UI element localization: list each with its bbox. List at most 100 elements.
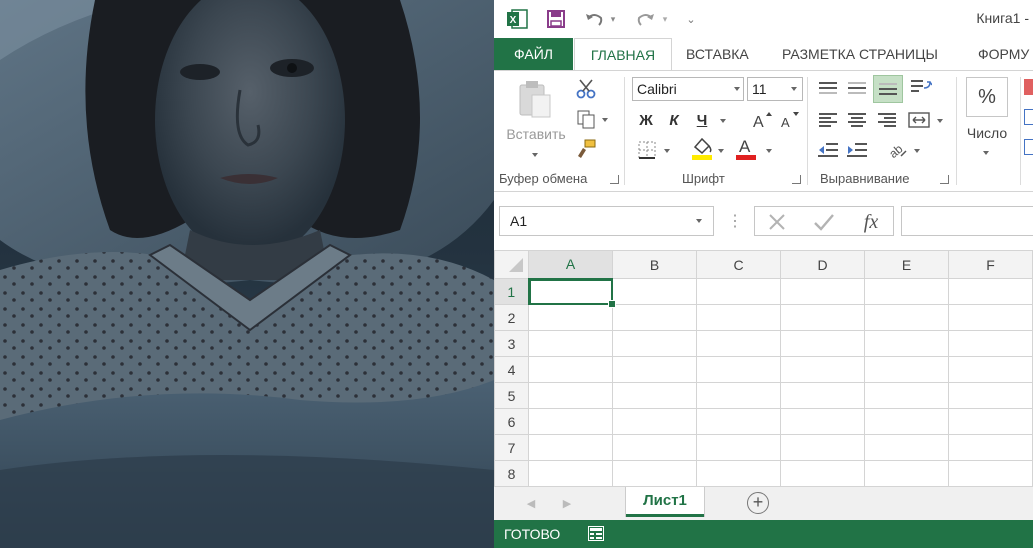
italic-button[interactable]: К bbox=[664, 109, 684, 131]
cell[interactable] bbox=[780, 408, 865, 435]
cell[interactable] bbox=[612, 278, 697, 305]
cell[interactable] bbox=[528, 382, 613, 409]
orientation-icon[interactable]: ab bbox=[884, 137, 910, 161]
alignment-launcher-icon[interactable] bbox=[940, 175, 949, 184]
row-header[interactable]: 7 bbox=[494, 434, 529, 461]
cut-icon[interactable] bbox=[574, 77, 598, 101]
fill-color-icon[interactable] bbox=[690, 135, 714, 161]
cell[interactable] bbox=[612, 330, 697, 357]
cell[interactable] bbox=[864, 304, 949, 331]
cell[interactable] bbox=[948, 278, 1033, 305]
undo-icon[interactable] bbox=[582, 8, 606, 30]
decrease-indent-icon[interactable] bbox=[816, 139, 840, 161]
tab-formulas[interactable]: ФОРМУ bbox=[968, 38, 1033, 71]
tab-insert[interactable]: ВСТАВКА bbox=[676, 38, 759, 71]
cell[interactable] bbox=[780, 278, 865, 305]
row-header[interactable]: 5 bbox=[494, 382, 529, 409]
orientation-dropdown-icon[interactable] bbox=[914, 149, 920, 153]
font-name-select[interactable]: Calibri bbox=[632, 77, 744, 101]
row-header[interactable]: 3 bbox=[494, 330, 529, 357]
column-header[interactable]: E bbox=[864, 250, 949, 279]
align-center-icon[interactable] bbox=[845, 109, 869, 131]
paste-dropdown-icon[interactable] bbox=[532, 153, 538, 157]
active-cell[interactable] bbox=[528, 278, 616, 308]
undo-dropdown-icon[interactable]: ▾ bbox=[606, 8, 620, 30]
cell[interactable] bbox=[528, 408, 613, 435]
cell[interactable] bbox=[696, 304, 781, 331]
borders-icon[interactable] bbox=[636, 139, 658, 161]
scroll-sheets-left-icon[interactable]: ◀ bbox=[524, 495, 538, 511]
column-header[interactable]: D bbox=[780, 250, 865, 279]
add-sheet-icon[interactable]: + bbox=[747, 492, 769, 514]
clipboard-launcher-icon[interactable] bbox=[610, 175, 619, 184]
conditional-format-icon[interactable] bbox=[1024, 79, 1033, 95]
percent-format-icon[interactable]: % bbox=[966, 77, 1008, 117]
cell[interactable] bbox=[948, 434, 1033, 461]
font-color-icon[interactable]: A bbox=[734, 135, 758, 161]
underline-dropdown-icon[interactable] bbox=[720, 119, 726, 123]
font-color-dropdown-icon[interactable] bbox=[766, 149, 772, 153]
cell[interactable] bbox=[612, 434, 697, 461]
name-box-dropdown-icon[interactable] bbox=[696, 219, 702, 223]
cell[interactable] bbox=[612, 408, 697, 435]
tab-home[interactable]: ГЛАВНАЯ bbox=[574, 38, 672, 71]
cell[interactable] bbox=[696, 382, 781, 409]
cell[interactable] bbox=[612, 382, 697, 409]
save-icon[interactable] bbox=[544, 8, 568, 30]
row-header[interactable]: 6 bbox=[494, 408, 529, 435]
cell[interactable] bbox=[948, 408, 1033, 435]
cell[interactable] bbox=[864, 356, 949, 383]
cell[interactable] bbox=[864, 434, 949, 461]
bold-button[interactable]: Ж bbox=[636, 109, 656, 131]
enter-formula-icon[interactable] bbox=[810, 210, 838, 234]
macro-record-icon[interactable] bbox=[588, 526, 604, 541]
formula-bar-grip-icon[interactable]: ⋮ bbox=[727, 211, 743, 231]
tab-file[interactable]: ФАЙЛ bbox=[494, 38, 573, 71]
cell[interactable] bbox=[696, 408, 781, 435]
column-header[interactable]: C bbox=[696, 250, 781, 279]
cell[interactable] bbox=[780, 382, 865, 409]
align-right-icon[interactable] bbox=[875, 109, 899, 131]
cell[interactable] bbox=[780, 330, 865, 357]
cell[interactable] bbox=[528, 356, 613, 383]
scroll-sheets-right-icon[interactable]: ▶ bbox=[560, 495, 574, 511]
column-header[interactable]: B bbox=[612, 250, 697, 279]
cell[interactable] bbox=[696, 460, 781, 486]
cell[interactable] bbox=[780, 460, 865, 486]
cell[interactable] bbox=[696, 278, 781, 305]
merge-dropdown-icon[interactable] bbox=[937, 119, 943, 123]
cell[interactable] bbox=[948, 330, 1033, 357]
redo-icon[interactable] bbox=[634, 8, 658, 30]
cell[interactable] bbox=[528, 304, 613, 331]
fill-color-dropdown-icon[interactable] bbox=[718, 149, 724, 153]
cell[interactable] bbox=[864, 278, 949, 305]
cancel-formula-icon[interactable] bbox=[763, 210, 791, 234]
cell[interactable] bbox=[864, 382, 949, 409]
cell[interactable] bbox=[780, 356, 865, 383]
underline-button[interactable]: Ч bbox=[692, 109, 712, 131]
redo-dropdown-icon[interactable]: ▾ bbox=[658, 8, 672, 30]
cell[interactable] bbox=[780, 304, 865, 331]
column-header[interactable]: A bbox=[528, 250, 613, 280]
align-left-icon[interactable] bbox=[816, 109, 840, 131]
text-orientation-icon[interactable] bbox=[908, 77, 934, 99]
increase-indent-icon[interactable] bbox=[845, 139, 869, 161]
align-bottom-icon[interactable] bbox=[873, 75, 903, 103]
decrease-font-icon[interactable]: A bbox=[778, 109, 802, 131]
cell[interactable] bbox=[948, 460, 1033, 486]
format-table-icon[interactable] bbox=[1024, 109, 1033, 125]
merge-center-icon[interactable] bbox=[906, 109, 932, 131]
number-format-label[interactable]: Число bbox=[960, 123, 1014, 143]
font-launcher-icon[interactable] bbox=[792, 175, 801, 184]
cell[interactable] bbox=[948, 304, 1033, 331]
cell[interactable] bbox=[528, 460, 613, 486]
copy-icon[interactable] bbox=[574, 107, 598, 131]
cell[interactable] bbox=[864, 408, 949, 435]
cell-styles-icon[interactable] bbox=[1024, 139, 1033, 155]
borders-dropdown-icon[interactable] bbox=[664, 149, 670, 153]
cell[interactable] bbox=[528, 434, 613, 461]
cell[interactable] bbox=[612, 460, 697, 486]
row-header[interactable]: 2 bbox=[494, 304, 529, 331]
paste-label[interactable]: Вставить bbox=[502, 125, 570, 143]
cell[interactable] bbox=[528, 330, 613, 357]
